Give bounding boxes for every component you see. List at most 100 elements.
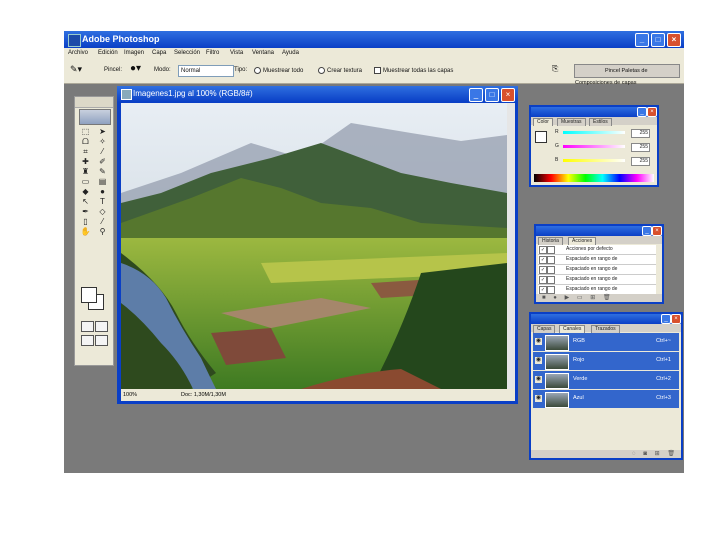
tab-layers[interactable]: Capas bbox=[533, 325, 556, 333]
menu-archivo[interactable]: Archivo bbox=[68, 50, 88, 56]
action-row[interactable]: ✓ Espaciado en rango de bbox=[538, 265, 656, 275]
magic-wand-tool-icon[interactable]: ✧ bbox=[96, 137, 109, 146]
menu-seleccion[interactable]: Selección bbox=[174, 50, 200, 56]
channels-panel-title-bar[interactable]: _ × bbox=[531, 314, 681, 324]
new-set-icon[interactable]: ▭ bbox=[577, 295, 583, 301]
menu-imagen[interactable]: Imagen bbox=[124, 50, 144, 56]
record-icon[interactable]: ● bbox=[553, 295, 557, 301]
quick-mask-icon[interactable] bbox=[95, 321, 108, 332]
green-value[interactable]: 255 bbox=[631, 143, 650, 152]
brush-preset-picker[interactable]: ●▾ bbox=[130, 63, 141, 74]
sample-all-radio[interactable]: Muestrear todo bbox=[254, 67, 303, 74]
type-tool-icon[interactable]: T bbox=[96, 197, 109, 206]
adobe-online-icon[interactable] bbox=[79, 109, 111, 125]
color-panel-title-bar[interactable]: _ × bbox=[531, 107, 657, 117]
clone-stamp-tool-icon[interactable]: ♜ bbox=[79, 167, 92, 176]
notes-tool-icon[interactable]: ▯ bbox=[79, 217, 92, 226]
screen-mode-icon[interactable] bbox=[81, 335, 94, 346]
trash-icon[interactable]: 🗑 bbox=[667, 451, 675, 457]
close-button[interactable]: × bbox=[667, 33, 681, 47]
color-spectrum-bar[interactable] bbox=[534, 174, 654, 182]
crop-tool-icon[interactable]: ⌗ bbox=[79, 147, 92, 156]
zoom-tool-icon[interactable]: ⚲ bbox=[96, 227, 109, 236]
action-set-row[interactable]: ✓ Acciones por defecto bbox=[538, 245, 656, 255]
menu-filtro[interactable]: Filtro bbox=[206, 50, 219, 56]
dialog-toggle-icon[interactable] bbox=[547, 286, 555, 294]
document-title-bar[interactable]: Imagenes1.jpg al 100% (RGB/8#) _ □ × bbox=[117, 86, 518, 102]
dialog-toggle-icon[interactable] bbox=[547, 266, 555, 274]
channel-row-blue[interactable]: ◉ Azul Ctrl+3 bbox=[533, 390, 679, 409]
pen-tool-icon[interactable]: ✒ bbox=[79, 207, 92, 216]
tab-paths[interactable]: Trazados bbox=[591, 325, 620, 333]
path-selection-tool-icon[interactable]: ↖ bbox=[79, 197, 92, 206]
action-toggle-check-icon[interactable]: ✓ bbox=[539, 276, 547, 284]
eye-icon[interactable]: ◉ bbox=[535, 395, 542, 402]
menu-capa[interactable]: Capa bbox=[152, 50, 166, 56]
vertical-scrollbar[interactable] bbox=[507, 103, 515, 389]
blur-tool-icon[interactable]: ◆ bbox=[79, 187, 92, 196]
gradient-tool-icon[interactable]: ▤ bbox=[96, 177, 109, 186]
new-channel-icon[interactable]: ⊞ bbox=[655, 451, 660, 457]
foreground-color-swatch[interactable] bbox=[81, 287, 97, 303]
eye-icon[interactable]: ◉ bbox=[535, 357, 542, 364]
trash-icon[interactable]: 🗑 bbox=[603, 295, 611, 301]
sample-all-layers-checkbox[interactable]: Muestrear todas las capas bbox=[374, 67, 453, 74]
create-texture-radio[interactable]: Crear textura bbox=[318, 67, 362, 74]
hand-tool-icon[interactable]: ✋ bbox=[79, 227, 92, 236]
menu-ventana[interactable]: Ventana bbox=[252, 50, 274, 56]
red-slider[interactable] bbox=[563, 131, 625, 134]
load-selection-icon[interactable]: ◌ bbox=[632, 451, 636, 457]
actions-panel-minimize-button[interactable]: _ bbox=[642, 226, 652, 236]
eyedropper-tool-icon[interactable]: ⁄ bbox=[96, 217, 109, 226]
save-selection-icon[interactable]: ◙ bbox=[643, 451, 647, 457]
tab-swatches[interactable]: Muestras bbox=[557, 118, 586, 126]
eye-icon[interactable]: ◉ bbox=[535, 376, 542, 383]
maximize-button[interactable]: □ bbox=[651, 33, 665, 47]
lasso-tool-icon[interactable]: ᗝ bbox=[79, 137, 92, 146]
tab-actions[interactable]: Acciones bbox=[568, 237, 597, 245]
actions-panel-title-bar[interactable]: _ × bbox=[536, 226, 662, 236]
minimize-button[interactable]: _ bbox=[635, 33, 649, 47]
color-panel-close-button[interactable]: × bbox=[647, 107, 657, 117]
dialog-toggle-icon[interactable] bbox=[547, 256, 555, 264]
jump-to-imageready-icon[interactable] bbox=[95, 335, 108, 346]
menu-vista[interactable]: Vista bbox=[230, 50, 243, 56]
file-browser-icon[interactable]: ⎘ bbox=[552, 64, 558, 74]
image-canvas[interactable] bbox=[121, 103, 507, 389]
standard-mode-icon[interactable] bbox=[81, 321, 94, 332]
stop-icon[interactable]: ■ bbox=[542, 295, 546, 301]
blue-value[interactable]: 255 bbox=[631, 157, 650, 166]
dialog-toggle-icon[interactable] bbox=[547, 246, 555, 254]
action-row[interactable]: ✓ Espaciado en rango de bbox=[538, 255, 656, 265]
dodge-tool-icon[interactable]: ● bbox=[96, 187, 109, 196]
red-value[interactable]: 255 bbox=[631, 129, 650, 138]
channels-panel-close-button[interactable]: × bbox=[671, 314, 681, 324]
mode-select[interactable]: Normal bbox=[178, 65, 234, 77]
channel-row-green[interactable]: ◉ Verde Ctrl+2 bbox=[533, 371, 679, 390]
dialog-toggle-icon[interactable] bbox=[547, 276, 555, 284]
channel-row-red[interactable]: ◉ Rojo Ctrl+1 bbox=[533, 352, 679, 371]
color-panel-minimize-button[interactable]: _ bbox=[637, 107, 647, 117]
history-brush-tool-icon[interactable]: ✎ bbox=[96, 167, 109, 176]
marquee-tool-icon[interactable]: ⬚ bbox=[79, 127, 92, 136]
title-bar[interactable]: Adobe Photoshop _ □ × bbox=[64, 31, 684, 48]
action-toggle-check-icon[interactable]: ✓ bbox=[539, 256, 547, 264]
action-toggle-check-icon[interactable]: ✓ bbox=[539, 286, 547, 294]
move-tool-icon[interactable]: ➤ bbox=[96, 127, 109, 136]
tab-channels[interactable]: Canales bbox=[559, 325, 586, 333]
eye-icon[interactable]: ◉ bbox=[535, 338, 542, 345]
palette-well[interactable]: Pincel Paletas de Composiciones de capas bbox=[574, 64, 680, 86]
menu-ayuda[interactable]: Ayuda bbox=[282, 50, 299, 56]
action-row[interactable]: ✓ Espaciado en rango de bbox=[538, 275, 656, 285]
menu-edicion[interactable]: Edición bbox=[98, 50, 118, 56]
blue-slider[interactable] bbox=[563, 159, 625, 162]
zoom-level[interactable]: 100% bbox=[123, 389, 137, 401]
healing-brush-tool-icon[interactable]: ✚ bbox=[79, 157, 92, 166]
action-toggle-check-icon[interactable]: ✓ bbox=[539, 246, 547, 254]
tab-color[interactable]: Color bbox=[533, 118, 553, 126]
tab-styles[interactable]: Estilos bbox=[589, 118, 612, 126]
brush-tool-icon[interactable]: ✐ bbox=[96, 157, 109, 166]
eraser-tool-icon[interactable]: ▭ bbox=[79, 177, 92, 186]
slice-tool-icon[interactable]: ⁄ bbox=[96, 147, 109, 156]
shape-tool-icon[interactable]: ◇ bbox=[96, 207, 109, 216]
